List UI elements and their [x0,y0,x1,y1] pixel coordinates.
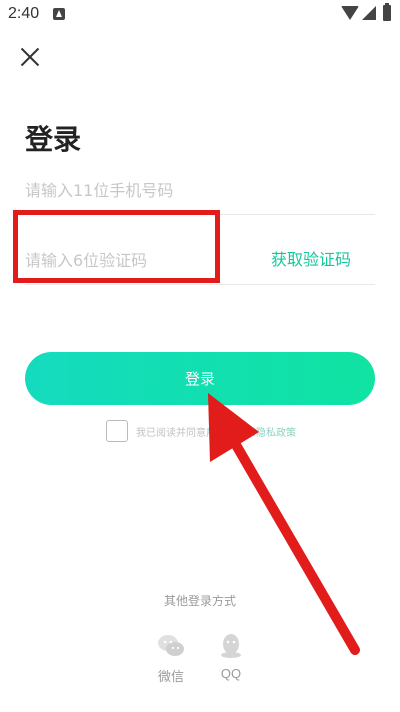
agreement-text: 我已阅读并同意用户协议和隐私政策 [136,424,296,439]
phone-input[interactable] [25,170,375,210]
close-icon[interactable] [18,45,42,69]
wechat-icon [157,632,185,660]
signal-icon [362,6,376,20]
agreement-prefix: 我已阅读并同意 [136,428,206,439]
privacy-policy-link[interactable]: 隐私政策 [256,428,296,439]
status-bar: 2:40 [0,0,400,30]
status-time: 2:40 [8,5,40,22]
code-divider [25,284,375,285]
page-title: 登录 [25,123,82,156]
wechat-login-button[interactable]: 微信 [146,632,196,685]
login-button[interactable]: 登录 [25,352,375,405]
user-agreement-link[interactable]: 用户协议 [206,428,246,439]
qq-icon [217,632,245,660]
qq-label: QQ [220,666,242,681]
notification-icon [53,8,65,20]
qq-login-button[interactable]: QQ [206,632,256,681]
annotation-highlight-box [13,210,220,283]
wifi-icon [341,6,359,20]
wechat-label: 微信 [157,669,184,684]
get-code-button[interactable]: 获取验证码 [271,246,351,270]
agreement-checkbox[interactable] [106,420,128,442]
other-login-title: 其他登录方式 [163,594,236,608]
agreement-separator: 和 [246,428,256,439]
battery-icon [383,3,391,21]
